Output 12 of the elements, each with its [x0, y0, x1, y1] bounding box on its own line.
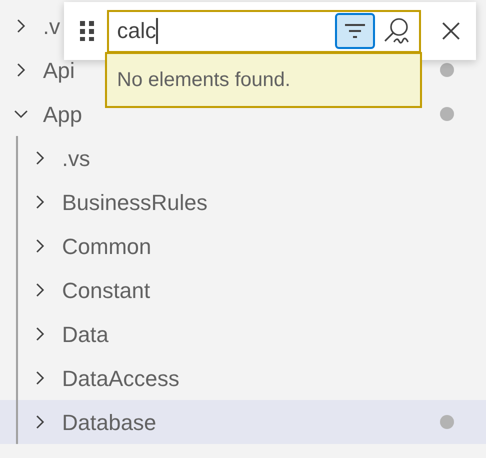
folder-name: Api [43, 56, 75, 85]
folder-name: Common [62, 232, 152, 260]
folder-name: Data [62, 320, 108, 348]
message-text: No elements found. [117, 68, 290, 93]
folder-name: App [43, 100, 82, 129]
folder-name: .vs [62, 144, 90, 172]
search-text: calc [117, 18, 158, 44]
folder-name: Constant [62, 276, 150, 304]
folder-name: BusinessRules [62, 188, 208, 216]
folder-name: Database [62, 408, 156, 436]
folder-name: .v [43, 12, 60, 40]
folder-name: DataAccess [62, 364, 180, 392]
